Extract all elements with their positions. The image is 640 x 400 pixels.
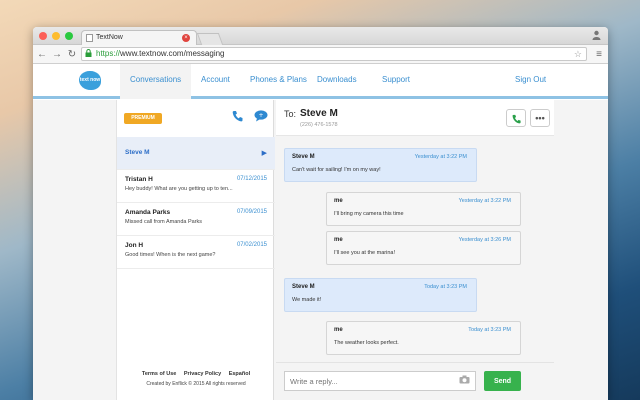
chevron-right-icon: ▶ [261, 150, 267, 157]
message-time: Today at 3:23 PM [424, 284, 467, 290]
message-bubble: me Yesterday at 3:22 PM I'll bring my ca… [326, 192, 521, 226]
lock-icon [85, 49, 92, 61]
nav-downloads[interactable]: Downloads [317, 64, 357, 99]
message-text: We made it! [292, 297, 322, 303]
messaging-app: PREMIUM + Steve M ▶ Tristan H 07/12/2015… [33, 100, 608, 400]
message-time: Today at 3:23 PM [468, 327, 511, 333]
nav-conversations[interactable]: Conversations [120, 64, 192, 99]
app-navbar: text now Conversations Account Phones & … [33, 64, 608, 99]
reply-input[interactable] [284, 371, 476, 391]
message-time: Yesterday at 3:22 PM [414, 154, 467, 160]
right-gutter [554, 100, 608, 400]
chat-panel: To: Steve M (226) 476-1578 ••• Steve M Y… [276, 100, 554, 400]
conversation-sidebar: PREMIUM + Steve M ▶ Tristan H 07/12/2015… [116, 100, 275, 400]
nav-account[interactable]: Account [201, 64, 230, 99]
nav-support[interactable]: Support [382, 64, 410, 99]
message-bubble: Steve M Yesterday at 3:22 PM Can't wait … [284, 148, 477, 182]
nav-phones-plans[interactable]: Phones & Plans [250, 64, 307, 99]
call-button[interactable] [506, 109, 526, 127]
conversation-snippet: Missed call from Amanda Parks [125, 219, 203, 225]
browser-tab[interactable]: TextNow × [81, 30, 197, 45]
page-icon [86, 34, 93, 42]
message-bubble: me Yesterday at 3:26 PM I'll see you at … [326, 231, 521, 265]
contact-number: (226) 476-1578 [300, 122, 338, 128]
message-list: Steve M Yesterday at 3:22 PM Can't wait … [276, 136, 554, 362]
reload-button[interactable]: ↻ [66, 49, 78, 60]
chat-header: To: Steve M (226) 476-1578 ••• [276, 100, 554, 136]
browser-toolbar: ← → ↻ https://www.textnow.com/messaging … [33, 45, 608, 64]
terms-link[interactable]: Terms of Use [142, 371, 176, 377]
svg-text:+: + [258, 112, 263, 119]
maximize-window-button[interactable] [65, 32, 73, 40]
send-button[interactable]: Send [484, 371, 521, 391]
conversation-date: 07/09/2015 [236, 209, 267, 215]
back-button[interactable]: ← [36, 49, 48, 60]
message-text: The weather looks perfect. [334, 340, 399, 346]
minimize-window-button[interactable] [52, 32, 60, 40]
conversation-name: Steve M [125, 149, 150, 156]
message-time: Yesterday at 3:22 PM [458, 198, 511, 204]
conversation-snippet: Good times! When is the next game? [125, 252, 216, 258]
contact-name: Steve M [300, 108, 338, 119]
conversation-snippet: Hey buddy! What are you getting up to te… [125, 186, 233, 192]
title-bar: TextNow × [33, 27, 608, 45]
privacy-link[interactable]: Privacy Policy [184, 371, 221, 377]
new-tab-button[interactable] [196, 33, 224, 45]
to-label: To: [284, 109, 297, 119]
more-options-button[interactable]: ••• [530, 109, 550, 127]
bookmark-star-icon[interactable]: ☆ [574, 48, 582, 60]
close-window-button[interactable] [39, 32, 47, 40]
browser-window: TextNow × ← → ↻ https://www.textnow.com/… [33, 27, 608, 400]
conversation-item-tristan-h[interactable]: Tristan H 07/12/2015 Hey buddy! What are… [117, 170, 275, 203]
url-scheme: https:// [96, 49, 121, 58]
footer-links: Terms of Use Privacy Policy Español [117, 371, 275, 377]
menu-icon[interactable]: ≡ [596, 49, 602, 60]
conversation-item-steve-m[interactable]: Steve M ▶ [117, 137, 275, 170]
message-text: I'll bring my camera this time [334, 211, 404, 217]
textnow-logo[interactable]: text now [79, 71, 101, 90]
message-bubble: Steve M Today at 3:23 PM We made it! [284, 278, 477, 312]
tab-title: TextNow [96, 34, 123, 41]
espanol-link[interactable]: Español [229, 371, 250, 377]
composer: Send [276, 362, 554, 400]
url-text: www.textnow.com/messaging [120, 49, 225, 58]
forward-button[interactable]: → [51, 49, 63, 60]
phone-call-icon[interactable] [232, 110, 243, 125]
premium-badge[interactable]: PREMIUM [124, 113, 162, 124]
message-bubble: me Today at 3:23 PM The weather looks pe… [326, 321, 521, 355]
address-bar[interactable]: https://www.textnow.com/messaging ☆ [81, 47, 587, 61]
camera-icon[interactable] [459, 375, 470, 386]
window-controls [39, 32, 73, 40]
conversation-item-amanda-parks[interactable]: Amanda Parks 07/09/2015 Missed call from… [117, 203, 275, 236]
message-time: Yesterday at 3:26 PM [458, 237, 511, 243]
close-tab-icon[interactable]: × [182, 34, 190, 42]
message-text: Can't wait for sailing! I'm on my way! [292, 167, 381, 173]
conversation-date: 07/12/2015 [236, 176, 267, 182]
conversation-item-jon-h[interactable]: Jon H 07/02/2015 Good times! When is the… [117, 236, 275, 269]
new-message-icon[interactable]: + [254, 110, 268, 125]
copyright-text: Created by Enflick © 2015 All rights res… [146, 381, 246, 387]
message-text: I'll see you at the marina! [334, 250, 395, 256]
conversation-date: 07/02/2015 [236, 242, 267, 248]
sign-out-link[interactable]: Sign Out [515, 64, 546, 99]
profile-icon[interactable] [592, 30, 602, 41]
